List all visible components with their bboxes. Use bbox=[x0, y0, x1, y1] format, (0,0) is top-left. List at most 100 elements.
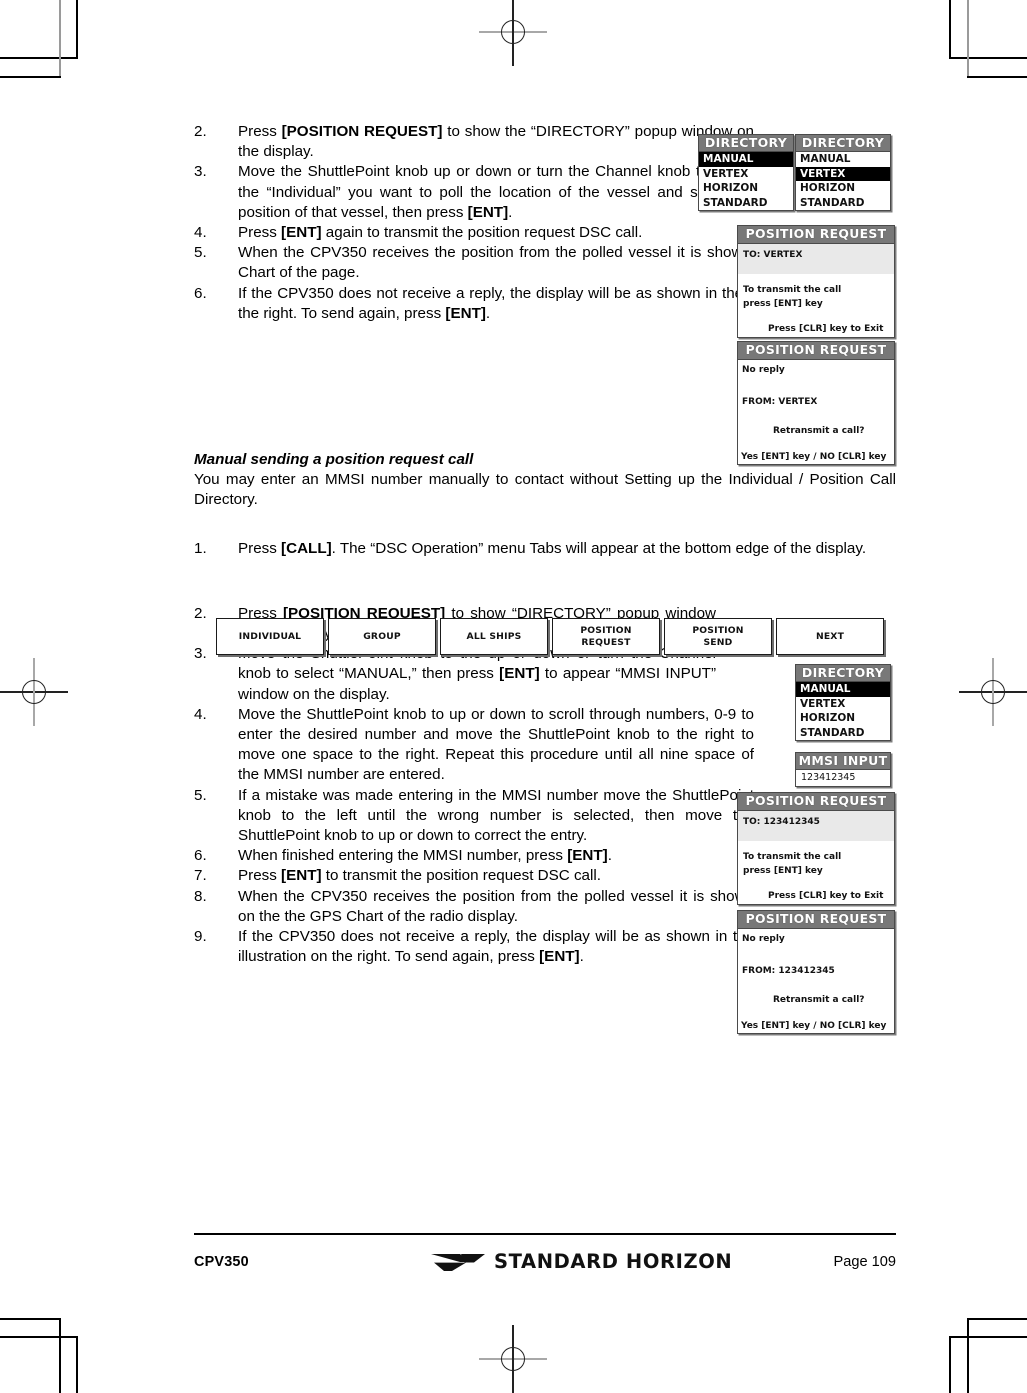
lcd-position-request-to-mmsi: POSITION REQUEST TO: 123412345 To transm… bbox=[737, 792, 895, 905]
crop-mark-bottom-right-v bbox=[949, 1336, 951, 1393]
lcd-row-vertex[interactable]: VERTEX bbox=[796, 697, 890, 712]
step-number: 4. bbox=[194, 224, 207, 242]
step-number: 4. bbox=[194, 705, 207, 723]
crop-mark-bottom-left-h bbox=[0, 1336, 78, 1338]
lcd-row-manual[interactable]: MANUAL bbox=[796, 682, 890, 697]
lcd-line-to: TO: VERTEX bbox=[743, 249, 803, 260]
lcd-line-from: FROM: VERTEX bbox=[742, 396, 818, 407]
tab-next[interactable]: NEXT bbox=[776, 618, 884, 655]
lcd-line-transmit-1: To transmit the call bbox=[743, 284, 842, 295]
lcd-mmsi-value[interactable]: 123412345 bbox=[796, 770, 890, 786]
lcd-title: POSITION REQUEST bbox=[738, 793, 894, 811]
step-number: 5. bbox=[194, 786, 207, 804]
tab-all-ships[interactable]: ALL SHIPS bbox=[440, 618, 548, 655]
step-text: Move the ShuttlePoint knob to up or down… bbox=[238, 705, 754, 784]
step-text: When finished entering the MMSI number, … bbox=[238, 847, 612, 865]
brand-name: STANDARD HORIZON bbox=[494, 1250, 733, 1274]
lcd-directory-manual-2: DIRECTORY MANUAL VERTEX HORIZON STANDARD bbox=[795, 664, 891, 742]
lcd-body: TO: 123412345 To transmit the call press… bbox=[738, 810, 894, 922]
section-two-step-list-part-a: 1. Press [CALL]. The “DSC Operation” men… bbox=[194, 539, 896, 559]
lcd-line-no-reply: No reply bbox=[742, 364, 785, 375]
lcd-line-no-reply: No reply bbox=[742, 933, 785, 944]
step-number: 9. bbox=[194, 928, 207, 946]
lcd-row-horizon[interactable]: HORIZON bbox=[796, 711, 890, 726]
list-item: 9. If the CPV350 does not receive a repl… bbox=[194, 927, 754, 967]
list-item: 6. When finished entering the MMSI numbe… bbox=[194, 846, 754, 866]
step-text: Move the ShuttlePoint knob up or down or… bbox=[238, 163, 754, 221]
registration-mark-right bbox=[959, 658, 1027, 726]
lcd-row-standard[interactable]: STANDARD bbox=[796, 196, 890, 211]
dsc-operation-menu-tabs: INDIVIDUAL GROUP ALL SHIPS POSITION REQU… bbox=[216, 618, 888, 657]
lcd-body: TO: VERTEX To transmit the call press [E… bbox=[738, 243, 894, 355]
crop-mark-bottom-right-bleed-h bbox=[967, 1318, 1027, 1320]
brand-logo: STANDARD HORIZON bbox=[430, 1250, 732, 1274]
list-item: 8. When the CPV350 receives the position… bbox=[194, 887, 754, 927]
lcd-row-manual[interactable]: MANUAL bbox=[796, 152, 890, 167]
lcd-row-standard[interactable]: STANDARD bbox=[796, 726, 890, 741]
lcd-title: POSITION REQUEST bbox=[738, 342, 894, 360]
footer-model-name: CPV350 bbox=[194, 1253, 249, 1270]
tab-position-send[interactable]: POSITION SEND bbox=[664, 618, 772, 655]
lcd-row-vertex[interactable]: VERTEX bbox=[699, 167, 793, 182]
list-item: 5. If a mistake was made entering in the… bbox=[194, 786, 754, 847]
list-item: 1. Press [CALL]. The “DSC Operation” men… bbox=[194, 539, 940, 559]
crop-mark-bottom-right-h bbox=[949, 1336, 1027, 1338]
tab-label-line1: NEXT bbox=[815, 630, 845, 642]
lcd-line-transmit-2: press [ENT] key bbox=[743, 865, 823, 876]
lcd-body: No reply FROM: 123412345 Retransmit a ca… bbox=[738, 929, 894, 1051]
crop-mark-top-right-v bbox=[949, 0, 951, 57]
crop-mark-top-left-v bbox=[76, 0, 78, 57]
step-text: When the CPV350 receives the position fr… bbox=[238, 887, 754, 925]
step-text: Press [ENT] again to transmit the positi… bbox=[238, 224, 643, 242]
crop-mark-top-right-bleed-v bbox=[967, 0, 969, 77]
crop-mark-top-left-bleed-h bbox=[0, 76, 61, 78]
lcd-row-standard[interactable]: STANDARD bbox=[699, 196, 793, 211]
registration-mark-top bbox=[479, 0, 547, 66]
standard-horizon-mark-icon bbox=[431, 1253, 485, 1271]
crop-mark-top-right-bleed-h bbox=[967, 76, 1027, 78]
list-item: 7. Press [ENT] to transmit the position … bbox=[194, 866, 754, 886]
lcd-position-request-noreply-mmsi: POSITION REQUEST No reply FROM: 12341234… bbox=[737, 910, 895, 1034]
lcd-position-request-noreply-vertex: POSITION REQUEST No reply FROM: VERTEX R… bbox=[737, 341, 895, 465]
tab-individual[interactable]: INDIVIDUAL bbox=[216, 618, 324, 655]
lcd-line-to: TO: 123412345 bbox=[743, 816, 820, 827]
step-number: 1. bbox=[194, 539, 207, 557]
lcd-row-horizon[interactable]: HORIZON bbox=[796, 181, 890, 196]
lcd-line-from: FROM: 123412345 bbox=[742, 965, 835, 976]
tab-label-line1: INDIVIDUAL bbox=[238, 630, 302, 642]
crop-mark-bottom-right-bleed-v bbox=[967, 1318, 969, 1393]
lcd-row-horizon[interactable]: HORIZON bbox=[699, 181, 793, 196]
step-number: 5. bbox=[194, 244, 207, 262]
lcd-title: POSITION REQUEST bbox=[738, 911, 894, 929]
crop-mark-top-right-h bbox=[949, 57, 1027, 59]
crop-mark-bottom-left-bleed-h bbox=[0, 1318, 61, 1320]
tab-label-line1: POSITION bbox=[692, 625, 744, 637]
step-number: 7. bbox=[194, 867, 207, 885]
tab-label-line1: ALL SHIPS bbox=[466, 630, 522, 642]
step-number: 6. bbox=[194, 284, 207, 302]
list-item: 4. Move the ShuttlePoint knob to up or d… bbox=[194, 705, 754, 786]
footer-divider bbox=[194, 1233, 896, 1235]
lcd-line-exit: Press [CLR] key to Exit bbox=[768, 890, 884, 901]
page-footer: CPV350 STANDARD HORIZON Page 109 bbox=[194, 1233, 896, 1288]
lcd-row-vertex[interactable]: VERTEX bbox=[796, 166, 890, 182]
lcd-title: POSITION REQUEST bbox=[738, 226, 894, 244]
tab-position-request[interactable]: POSITION REQUEST bbox=[552, 618, 660, 655]
tab-label-line1: GROUP bbox=[363, 630, 401, 642]
crop-mark-top-left-bleed-v bbox=[59, 0, 61, 77]
tab-label-line2: REQUEST bbox=[581, 636, 631, 648]
lcd-title: DIRECTORY bbox=[699, 135, 793, 152]
step-number: 3. bbox=[194, 163, 207, 181]
crop-mark-top-left-h bbox=[0, 57, 78, 59]
lcd-line-exit: Press [CLR] key to Exit bbox=[768, 323, 884, 334]
step-text: Press [CALL]. The “DSC Operation” menu T… bbox=[238, 539, 867, 557]
lcd-row-manual[interactable]: MANUAL bbox=[699, 152, 793, 167]
tab-label-line2: SEND bbox=[703, 636, 733, 648]
lcd-line-transmit-1: To transmit the call bbox=[743, 851, 842, 862]
lcd-line-yes-no: Yes [ENT] key / NO [CLR] key bbox=[741, 451, 887, 462]
tab-group[interactable]: GROUP bbox=[328, 618, 436, 655]
step-text: If the CPV350 does not receive a reply, … bbox=[238, 928, 754, 966]
step-number: 6. bbox=[194, 847, 207, 865]
lcd-line-retransmit: Retransmit a call? bbox=[773, 425, 865, 436]
list-item: 2. Press [POSITION REQUEST] to show the … bbox=[194, 122, 754, 162]
